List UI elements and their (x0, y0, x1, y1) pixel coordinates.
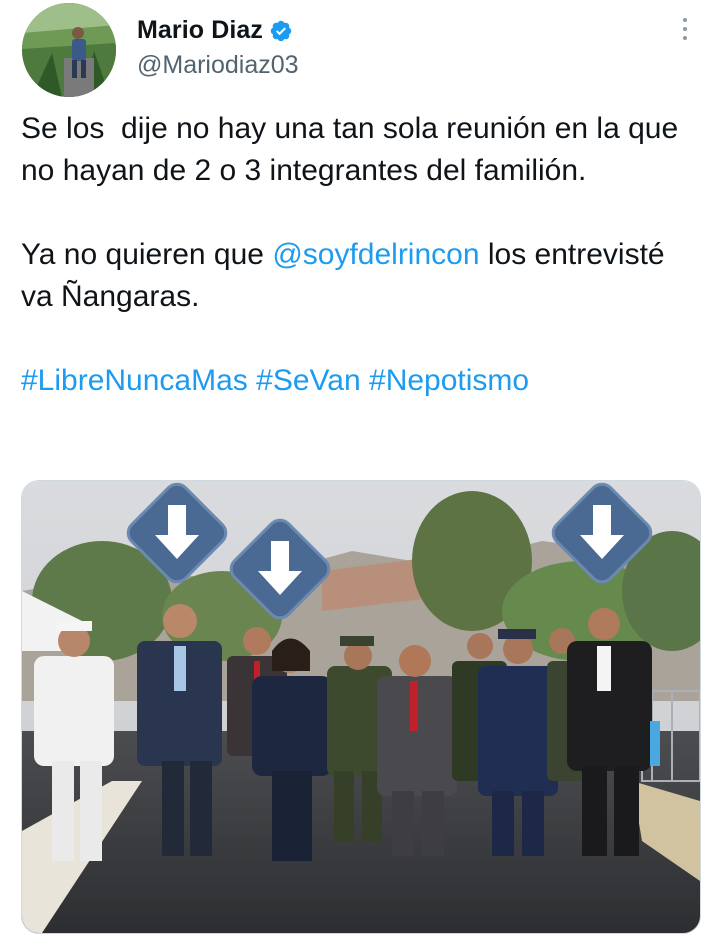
mention-link[interactable]: @soyfdelrincon (272, 238, 479, 271)
avatar-photo (22, 3, 116, 97)
tweet-paragraph-2: Ya no quieren que @soyfdelrincon los ent… (21, 234, 701, 318)
photo-image (22, 481, 700, 933)
author-display-name[interactable]: Mario Diaz (137, 16, 263, 45)
tweet-text-segment: Ya no quieren que (21, 238, 273, 271)
author-handle[interactable]: @Mariodiaz03 (137, 51, 299, 80)
tweet-media-photo[interactable] (21, 480, 701, 934)
tweet-header: Mario Diaz @Mariodiaz03 (0, 0, 720, 110)
hashtag-row: #LibreNuncaMas #SeVan #Nepotismo (21, 360, 701, 402)
author-avatar[interactable] (22, 3, 116, 97)
verified-badge-icon (270, 20, 292, 41)
tweet-paragraph-1: Se los dije no hay una tan sola reunión … (21, 112, 687, 187)
author-name-row[interactable]: Mario Diaz (137, 16, 293, 45)
hashtag-link[interactable]: #LibreNuncaMas (21, 364, 248, 397)
more-options-icon[interactable] (672, 14, 698, 44)
tweet-text: Se los dije no hay una tan sola reunión … (21, 108, 701, 402)
hashtag-link[interactable]: #SeVan (256, 364, 361, 397)
hashtag-link[interactable]: #Nepotismo (369, 364, 529, 397)
